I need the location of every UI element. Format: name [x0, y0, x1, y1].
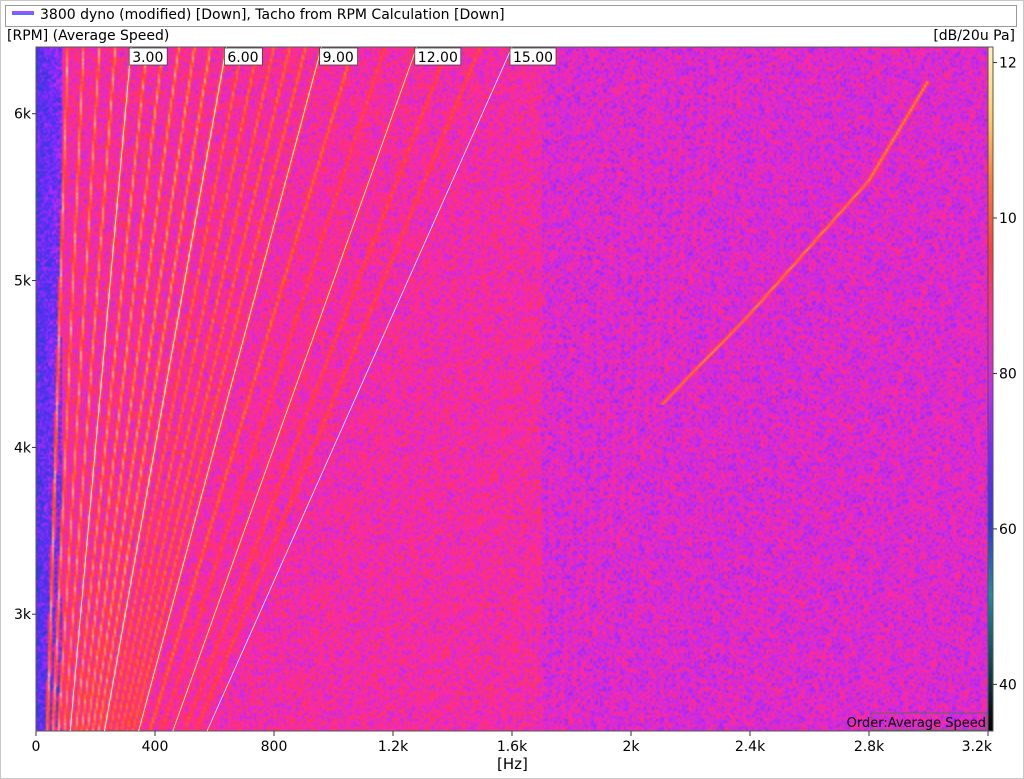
spectrogram-chart[interactable]: 3.00 6.00 9.00 12.00 15.00 0 400 800 1.2k 1.6k 2k… — [0, 0, 1024, 779]
colorbar-tick-label: 10 — [999, 211, 1017, 227]
x-tick-label: 800 — [261, 739, 288, 755]
x-tick-label: 1.6k — [497, 739, 528, 755]
y-axis: 3k 4k 5k 6k — [14, 107, 36, 623]
order-annotation: Order:Average Speed — [847, 712, 987, 731]
order-label-9: 9.00 — [323, 50, 354, 66]
x-tick-label: 0 — [32, 739, 41, 755]
x-tick-label: 400 — [142, 739, 169, 755]
colorbar-ticks: 40 60 80 10 12 — [993, 56, 1017, 693]
order-label-3: 3.00 — [132, 50, 163, 66]
y-tick-label: 6k — [14, 107, 32, 123]
y-tick-label: 5k — [14, 274, 32, 290]
order-label-12: 12.00 — [418, 50, 458, 66]
x-tick-label: 2.4k — [735, 739, 766, 755]
colorbar-tick-label: 40 — [999, 677, 1017, 693]
annotation-text: Order:Average Speed — [847, 716, 986, 731]
x-tick-label: 1.2k — [378, 739, 409, 755]
x-tick-label: 2k — [622, 739, 640, 755]
colorbar-tick-label: 80 — [999, 366, 1017, 382]
colorbar-tick-label: 12 — [999, 56, 1017, 72]
order-label-6: 6.00 — [227, 50, 258, 66]
x-axis: 0 400 800 1.2k 1.6k 2k 2.4k 2.8k 3.2k — [32, 731, 993, 755]
colorbar[interactable] — [987, 46, 994, 732]
order-label-15: 15.00 — [513, 50, 553, 66]
spectrogram-heatmap[interactable] — [36, 47, 988, 731]
y-tick-label: 3k — [14, 607, 32, 623]
x-tick-label: 2.8k — [854, 739, 885, 755]
x-tick-label: 3.2k — [962, 739, 993, 755]
colorbar-tick-label: 60 — [999, 522, 1017, 538]
y-tick-label: 4k — [14, 440, 32, 456]
